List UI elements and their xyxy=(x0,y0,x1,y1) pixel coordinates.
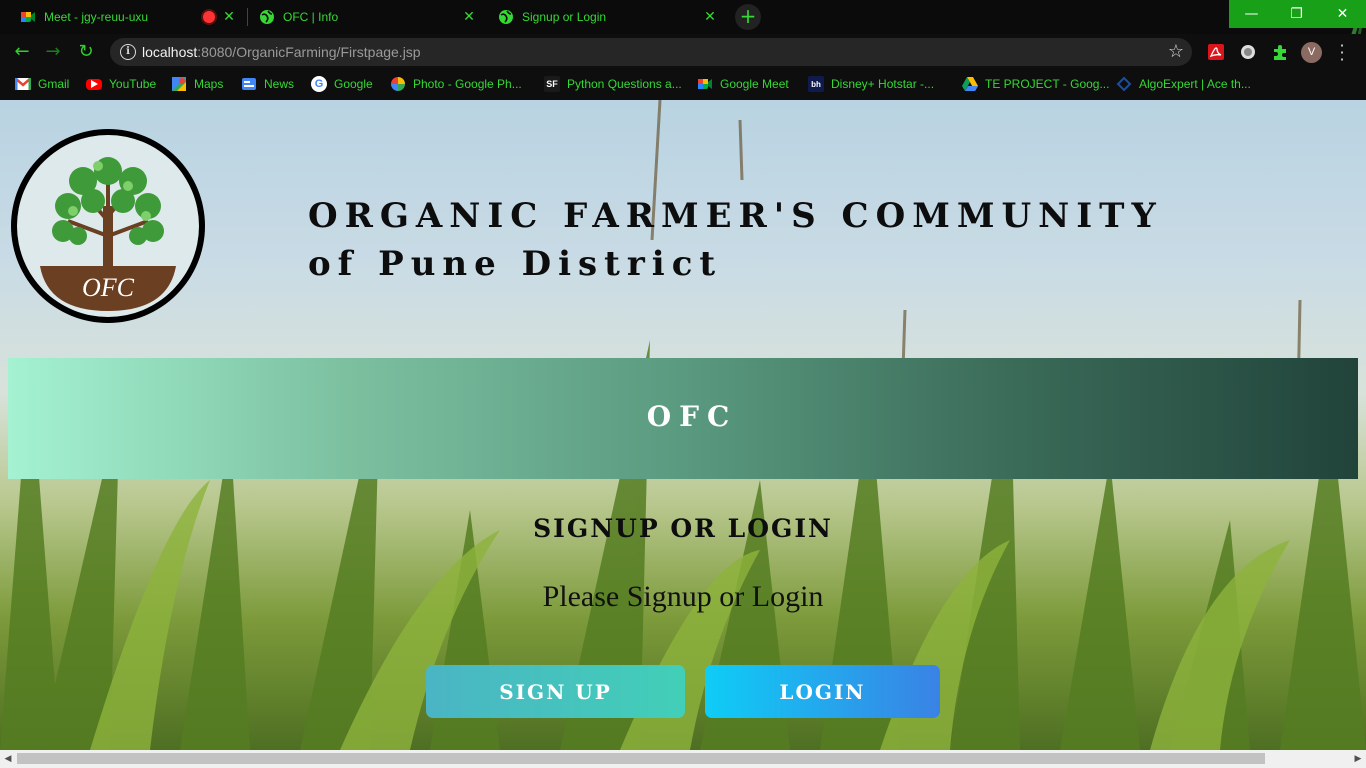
heading-line-2: of Pune District xyxy=(308,244,723,284)
gmail-icon xyxy=(15,76,31,92)
tab-ofc-info[interactable]: OFC | Info ✕ xyxy=(239,0,486,34)
bookmark-label: Disney+ Hotstar -... xyxy=(831,77,935,91)
bookmark-google[interactable]: G Google xyxy=(311,70,373,98)
bookmark-hotstar[interactable]: bh Disney+ Hotstar -... xyxy=(808,70,934,98)
bookmark-label: Photo - Google Ph... xyxy=(413,77,522,91)
signup-login-text: Please Signup or Login xyxy=(542,580,824,613)
ofc-logo: OFC xyxy=(11,129,205,323)
menu-dots-icon[interactable]: · · · xyxy=(1336,38,1348,68)
profile-avatar[interactable]: V xyxy=(1301,42,1322,63)
google-meet-icon xyxy=(697,76,713,92)
url-text[interactable]: localhost:8080/OrganicFarming/Firstpage.… xyxy=(142,44,421,60)
new-tab-button[interactable]: + xyxy=(735,4,761,30)
signup-login-title: SIGNUP OR LOGIN xyxy=(533,514,833,543)
scroll-left-arrow-icon[interactable]: ◀ xyxy=(3,753,13,765)
bookmark-python-questions[interactable]: SF Python Questions a... xyxy=(544,70,682,98)
bookmark-star-icon[interactable]: ☆ xyxy=(1168,41,1184,62)
heading-line-1: ORGANIC FARMER'S COMMUNITY xyxy=(308,196,1163,236)
bookmark-label: TE PROJECT - Goog... xyxy=(985,77,1110,91)
hotstar-icon: bh xyxy=(808,76,824,92)
bookmark-gmail[interactable]: Gmail xyxy=(15,70,69,98)
bookmark-google-meet[interactable]: Google Meet xyxy=(697,70,789,98)
tab-signup-login[interactable]: Signup or Login ✕ xyxy=(478,0,727,34)
close-tab-icon[interactable]: ✕ xyxy=(462,9,476,23)
scroll-right-arrow-icon[interactable]: ▶ xyxy=(1353,753,1363,765)
signup-button[interactable]: SIGN UP xyxy=(426,665,685,718)
bookmark-label: Google Meet xyxy=(720,77,789,91)
google-icon: G xyxy=(311,76,327,92)
bookmark-youtube[interactable]: YouTube xyxy=(86,70,156,98)
google-meet-icon xyxy=(20,9,36,25)
maps-icon xyxy=(171,76,187,92)
reload-icon[interactable]: ↻ xyxy=(74,40,98,64)
bookmark-label: YouTube xyxy=(109,77,157,91)
bookmarks-bar: Gmail YouTube Maps News G Google Photo -… xyxy=(0,70,1366,100)
horizontal-scrollbar[interactable]: ◀ ▶ xyxy=(0,750,1366,768)
pdf-extension-icon[interactable] xyxy=(1207,43,1225,61)
tab-title: OFC | Info xyxy=(283,10,339,24)
site-info-icon[interactable]: i xyxy=(120,44,136,60)
logo-text: OFC xyxy=(82,273,135,302)
back-arrow-icon[interactable]: ← xyxy=(10,40,34,64)
page-viewport: OFC ORGANIC FARMER'S COMMUNITY of Pune D… xyxy=(0,100,1366,750)
bookmark-algoexpert[interactable]: AlgoExpert | Ace th... xyxy=(1116,70,1251,98)
sf-icon: SF xyxy=(544,76,560,92)
bookmark-te-project[interactable]: TE PROJECT - Goog... xyxy=(962,70,1109,98)
bookmark-label: Google xyxy=(334,77,373,91)
recording-icon xyxy=(203,11,215,23)
news-icon xyxy=(241,76,257,92)
youtube-icon xyxy=(86,78,102,90)
login-button[interactable]: LOGIN xyxy=(705,665,940,718)
bookmark-maps[interactable]: Maps xyxy=(171,70,223,98)
scrollbar-thumb[interactable] xyxy=(17,753,1265,764)
close-tab-icon[interactable]: ✕ xyxy=(703,9,717,23)
bookmark-photos[interactable]: Photo - Google Ph... xyxy=(390,70,522,98)
bookmark-label: AlgoExpert | Ace th... xyxy=(1139,77,1251,91)
bookmark-label: Python Questions a... xyxy=(567,77,682,91)
algoexpert-icon xyxy=(1116,76,1132,92)
close-tab-icon[interactable]: ✕ xyxy=(222,9,236,23)
globe-icon xyxy=(259,9,275,25)
bookmark-label: Gmail xyxy=(38,77,70,91)
forward-arrow-icon[interactable]: → xyxy=(41,40,65,64)
tab-title: Signup or Login xyxy=(522,10,607,24)
puzzle-extensions-icon[interactable] xyxy=(1271,43,1289,61)
tab-title: Meet - jgy-reuu-uxu xyxy=(44,10,149,24)
bookmark-label: News xyxy=(264,77,295,91)
circle-extension-icon[interactable] xyxy=(1239,43,1257,61)
bookmark-label: Maps xyxy=(194,77,224,91)
address-bar[interactable]: i localhost:8080/OrganicFarming/Firstpag… xyxy=(110,38,1192,66)
drive-icon xyxy=(962,76,978,92)
browser-toolbar: ← → ↻ i localhost:8080/OrganicFarming/Fi… xyxy=(0,34,1366,70)
page-heading: ORGANIC FARMER'S COMMUNITY of Pune Distr… xyxy=(308,192,1163,288)
photos-icon xyxy=(390,76,406,92)
banner-title: OFC xyxy=(646,400,738,433)
ofc-banner: OFC xyxy=(8,358,1358,479)
globe-icon xyxy=(498,9,514,25)
close-window-button[interactable]: ✕ xyxy=(1319,0,1366,28)
tab-strip: Meet - jgy-reuu-uxu ✕ OFC | Info ✕ Signu… xyxy=(0,0,1366,100)
minimize-button[interactable]: — xyxy=(1229,0,1274,28)
restore-button[interactable]: ❐ xyxy=(1274,0,1319,28)
bookmark-news[interactable]: News xyxy=(241,70,294,98)
tab-meet[interactable]: Meet - jgy-reuu-uxu ✕ xyxy=(0,0,246,34)
